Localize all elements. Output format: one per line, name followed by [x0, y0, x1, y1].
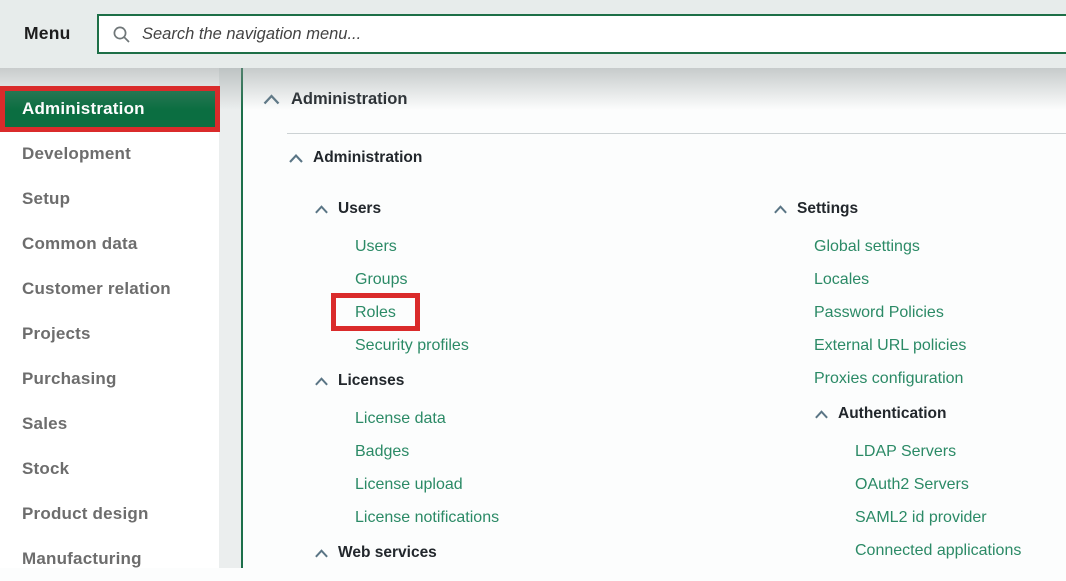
chevron-up-icon[interactable]: [314, 376, 329, 387]
top-bar: Menu: [0, 0, 1066, 68]
navigation-tree: Administration Administration Users User…: [243, 68, 1066, 568]
group-authentication: Authentication LDAP Servers OAuth2 Serve…: [814, 401, 1021, 567]
header-divider: [287, 133, 1066, 134]
group-title: Users: [338, 200, 382, 217]
chevron-up-icon[interactable]: [314, 548, 329, 559]
sidebar-item-stock[interactable]: Stock: [0, 446, 219, 491]
link-users[interactable]: Users: [355, 230, 499, 263]
link-external-url-policies[interactable]: External URL policies: [814, 329, 1021, 362]
sidebar-item-manufacturing[interactable]: Manufacturing: [0, 536, 219, 581]
link-proxies-configuration[interactable]: Proxies configuration: [814, 362, 1021, 395]
group-settings: Settings Global settings Locales Passwor…: [773, 196, 1021, 567]
sidebar-item-product-design[interactable]: Product design: [0, 491, 219, 536]
group-users: Users Users Groups Roles Security profil…: [314, 196, 499, 362]
sidebar-item-setup[interactable]: Setup: [0, 176, 219, 221]
link-saml2-id-provider[interactable]: SAML2 id provider: [855, 501, 1021, 534]
sidebar-item-customer-relation[interactable]: Customer relation: [0, 266, 219, 311]
tree-section-administration[interactable]: Administration: [288, 149, 422, 167]
group-header-authentication[interactable]: Authentication: [814, 401, 1021, 427]
sidebar-item-sales[interactable]: Sales: [0, 401, 219, 446]
sidebar: Administration Development Setup Common …: [0, 68, 219, 568]
sidebar-item-administration[interactable]: Administration: [0, 86, 219, 131]
group-header-licenses[interactable]: Licenses: [314, 368, 499, 394]
group-links: LDAP Servers OAuth2 Servers SAML2 id pro…: [855, 435, 1021, 567]
link-security-profiles[interactable]: Security profiles: [355, 329, 499, 362]
link-password-policies[interactable]: Password Policies: [814, 296, 1021, 329]
navigation-search-box[interactable]: [97, 14, 1066, 54]
link-oauth2-servers[interactable]: OAuth2 Servers: [855, 468, 1021, 501]
menu-title: Menu: [24, 23, 71, 43]
sidebar-item-projects[interactable]: Projects: [0, 311, 219, 356]
tree-column-right: Settings Global settings Locales Passwor…: [773, 196, 1021, 567]
tree-section-label: Administration: [313, 149, 423, 166]
link-license-upload[interactable]: License upload: [355, 468, 499, 501]
link-license-data[interactable]: License data: [355, 402, 499, 435]
chevron-up-icon[interactable]: [262, 93, 281, 106]
chevron-up-icon[interactable]: [814, 409, 829, 420]
link-locales[interactable]: Locales: [814, 263, 1021, 296]
link-ldap-servers[interactable]: LDAP Servers: [855, 435, 1021, 468]
group-links: Users Groups Roles Security profiles: [355, 230, 499, 362]
group-header-settings[interactable]: Settings: [773, 196, 1021, 222]
group-title: Web services: [338, 544, 437, 561]
group-title: Authentication: [838, 405, 947, 422]
tree-root-administration[interactable]: Administration: [262, 90, 407, 109]
chevron-up-icon[interactable]: [314, 204, 329, 215]
tree-column-left: Users Users Groups Roles Security profil…: [314, 196, 499, 574]
group-header-web-services[interactable]: Web services: [314, 540, 499, 566]
link-roles[interactable]: Roles: [355, 296, 499, 329]
link-badges[interactable]: Badges: [355, 435, 499, 468]
chevron-up-icon[interactable]: [288, 153, 304, 164]
sidebar-item-purchasing[interactable]: Purchasing: [0, 356, 219, 401]
group-licenses: Licenses License data Badges License upl…: [314, 368, 499, 534]
sidebar-item-common-data[interactable]: Common data: [0, 221, 219, 266]
link-license-notifications[interactable]: License notifications: [355, 501, 499, 534]
group-title: Settings: [797, 200, 859, 217]
search-input[interactable]: [140, 23, 1066, 45]
sidebar-content-divider: [241, 68, 243, 568]
link-groups[interactable]: Groups: [355, 263, 499, 296]
sidebar-item-development[interactable]: Development: [0, 131, 219, 176]
link-connected-applications[interactable]: Connected applications: [855, 534, 1021, 567]
chevron-up-icon[interactable]: [773, 204, 788, 215]
sidebar-scrollbar[interactable]: [219, 68, 241, 568]
link-global-settings[interactable]: Global settings: [814, 230, 1021, 263]
group-links: Global settings Locales Password Policie…: [814, 230, 1021, 395]
tree-root-label: Administration: [291, 90, 408, 108]
group-links: License data Badges License upload Licen…: [355, 402, 499, 534]
group-web-services: Web services: [314, 540, 499, 566]
search-icon: [112, 25, 131, 44]
group-title: Licenses: [338, 372, 405, 389]
sidebar-menu-list: Administration Development Setup Common …: [0, 68, 219, 581]
group-header-users[interactable]: Users: [314, 196, 499, 222]
